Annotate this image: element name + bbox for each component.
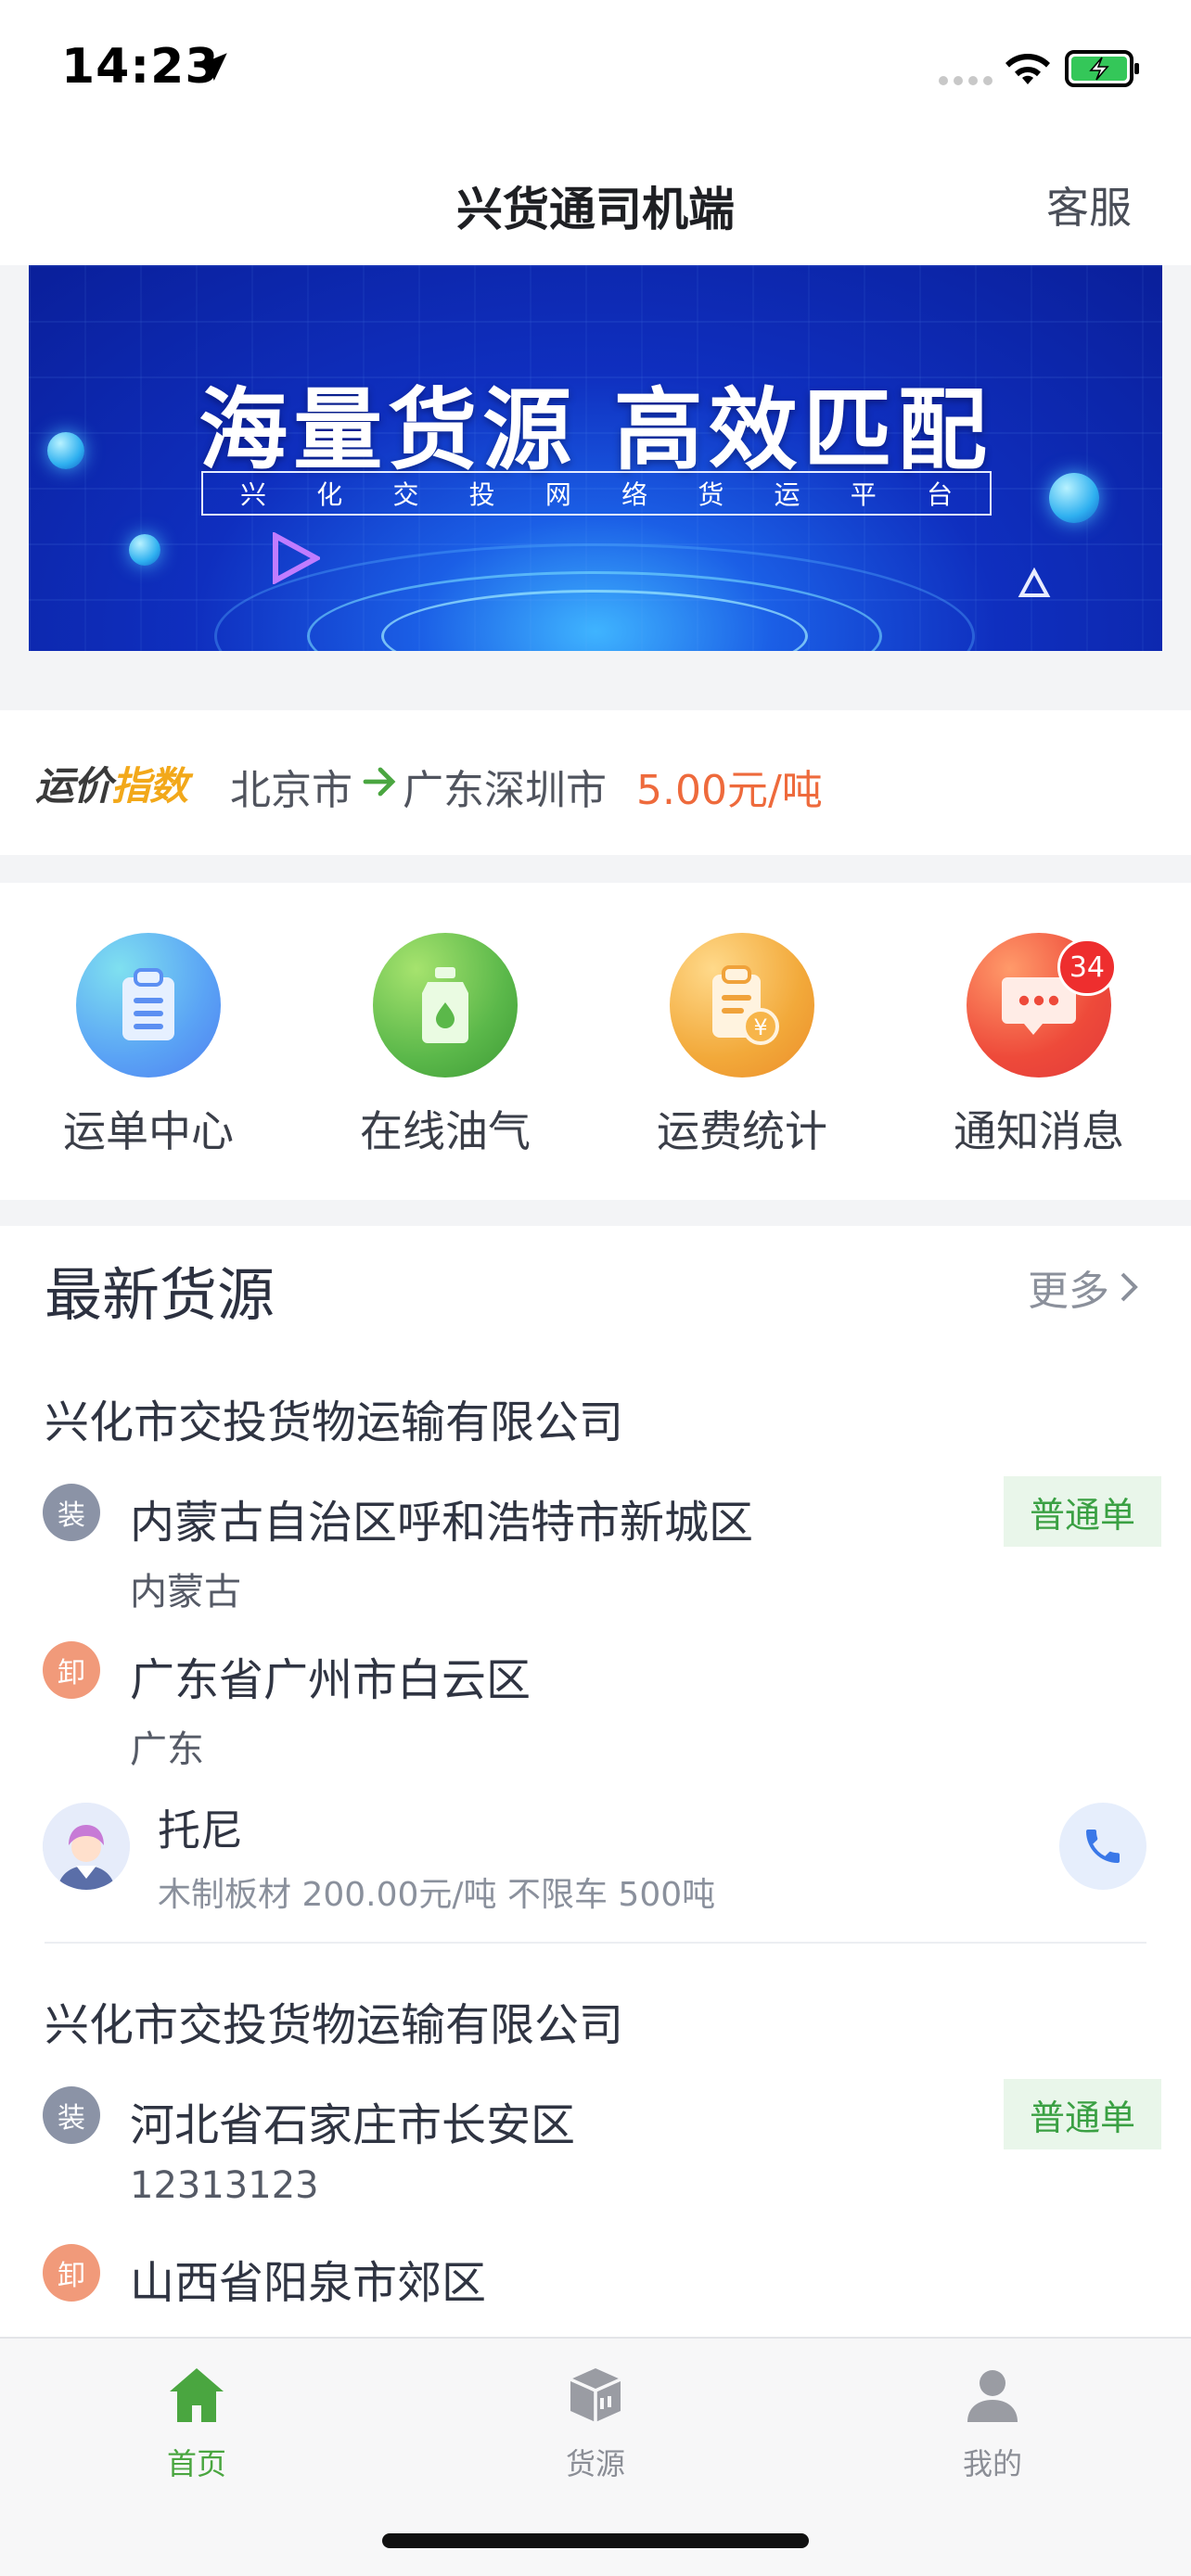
order-type-tag: 普通单 <box>1004 1476 1161 1547</box>
freight-stats-icon: ¥ <box>670 933 814 1078</box>
company-name: 兴化市交投货物运输有限公司 <box>45 1999 624 2051</box>
latest-cargo-section: 最新货源 更多 兴化市交投货物运输有限公司 装 内蒙古自治区呼和浩特市新城区 普… <box>0 1226 1191 2339</box>
banner-triangle-decoration <box>273 532 320 584</box>
promo-banner[interactable]: 海量货源 高效匹配 兴化交投网络货运平台 <box>29 265 1162 651</box>
tab-home[interactable]: 首页 <box>104 2363 289 2483</box>
unload-badge: 卸 <box>43 1641 100 1699</box>
price-index-logo: 运价指数 <box>35 763 188 809</box>
unload-address: 广东省广州市白云区 <box>130 1654 531 1706</box>
order-type-tag: 普通单 <box>1004 2079 1161 2149</box>
navigation-bar: 兴货通司机端 客服 <box>0 139 1191 265</box>
load-region: 内蒙古 <box>130 1571 241 1613</box>
menu-item-notifications[interactable]: 34 通知消息 <box>937 933 1141 1159</box>
cellular-signal-icon <box>939 76 992 85</box>
waybill-icon <box>76 933 221 1078</box>
call-button[interactable] <box>1059 1803 1146 1890</box>
shortcut-menu: 运单中心 在线油气 ¥ 运费统计 34 通知消息 <box>0 883 1191 1200</box>
chevron-right-icon <box>1121 1272 1138 1302</box>
load-badge: 装 <box>43 2086 100 2144</box>
route-price: 5.00元/吨 <box>636 767 823 814</box>
route-origin: 北京市 <box>230 767 352 814</box>
menu-item-online-fuel[interactable]: 在线油气 <box>343 933 547 1159</box>
home-indicator <box>382 2533 809 2548</box>
battery-charging-icon <box>1065 50 1139 87</box>
unload-region: 广东 <box>130 1728 204 1771</box>
location-arrow-icon <box>198 53 227 81</box>
tab-profile[interactable]: 我的 <box>900 2363 1085 2483</box>
more-link[interactable]: 更多 <box>1028 1257 1139 1317</box>
banner-triangle-decoration <box>1018 567 1051 597</box>
unload-badge: 卸 <box>43 2244 100 2302</box>
load-address: 河北省石家庄市长安区 <box>130 2099 576 2151</box>
cargo-details: 木制板材 200.00元/吨 不限车 500吨 <box>158 1876 716 1914</box>
phone-icon <box>1086 1830 1120 1863</box>
profile-icon <box>967 2370 1018 2422</box>
page-title: 兴货通司机端 <box>456 183 735 236</box>
banner-subtitle: 兴化交投网络货运平台 <box>201 471 992 516</box>
route-destination: 广东深圳市 <box>403 767 607 814</box>
home-icon <box>170 2368 224 2422</box>
status-bar: 14:23 <box>0 0 1191 139</box>
company-name: 兴化市交投货物运输有限公司 <box>45 1396 624 1448</box>
oil-icon <box>373 933 518 1078</box>
unread-count-badge: 34 <box>1057 938 1117 996</box>
tab-cargo[interactable]: 货源 <box>503 2363 688 2483</box>
unload-address: 山西省阳泉市郊区 <box>130 2257 487 2309</box>
load-address: 内蒙古自治区呼和浩特市新城区 <box>130 1497 754 1549</box>
load-region: 12313123 <box>130 2164 319 2207</box>
contact-name: 托尼 <box>158 1805 243 1855</box>
banner-headline: 海量货源 高效匹配 <box>198 378 992 482</box>
menu-item-freight-stats[interactable]: ¥ 运费统计 <box>640 933 844 1159</box>
freight-price-index[interactable]: 运价指数 北京市 广东深圳市 5.00元/吨 <box>0 710 1191 855</box>
banner-orb-decoration <box>129 534 160 566</box>
menu-item-waybill-center[interactable]: 运单中心 <box>46 933 250 1159</box>
wifi-icon <box>1005 54 1050 84</box>
customer-service-button[interactable]: 客服 <box>1046 174 1132 236</box>
section-title: 最新货源 <box>45 1261 275 1329</box>
cargo-box-icon <box>570 2368 621 2422</box>
load-badge: 装 <box>43 1484 100 1541</box>
svg-text:¥: ¥ <box>753 1014 767 1040</box>
avatar <box>43 1803 130 1890</box>
card-divider <box>45 1942 1146 1944</box>
message-icon: 34 <box>967 933 1117 1078</box>
arrow-right-icon <box>363 767 396 797</box>
